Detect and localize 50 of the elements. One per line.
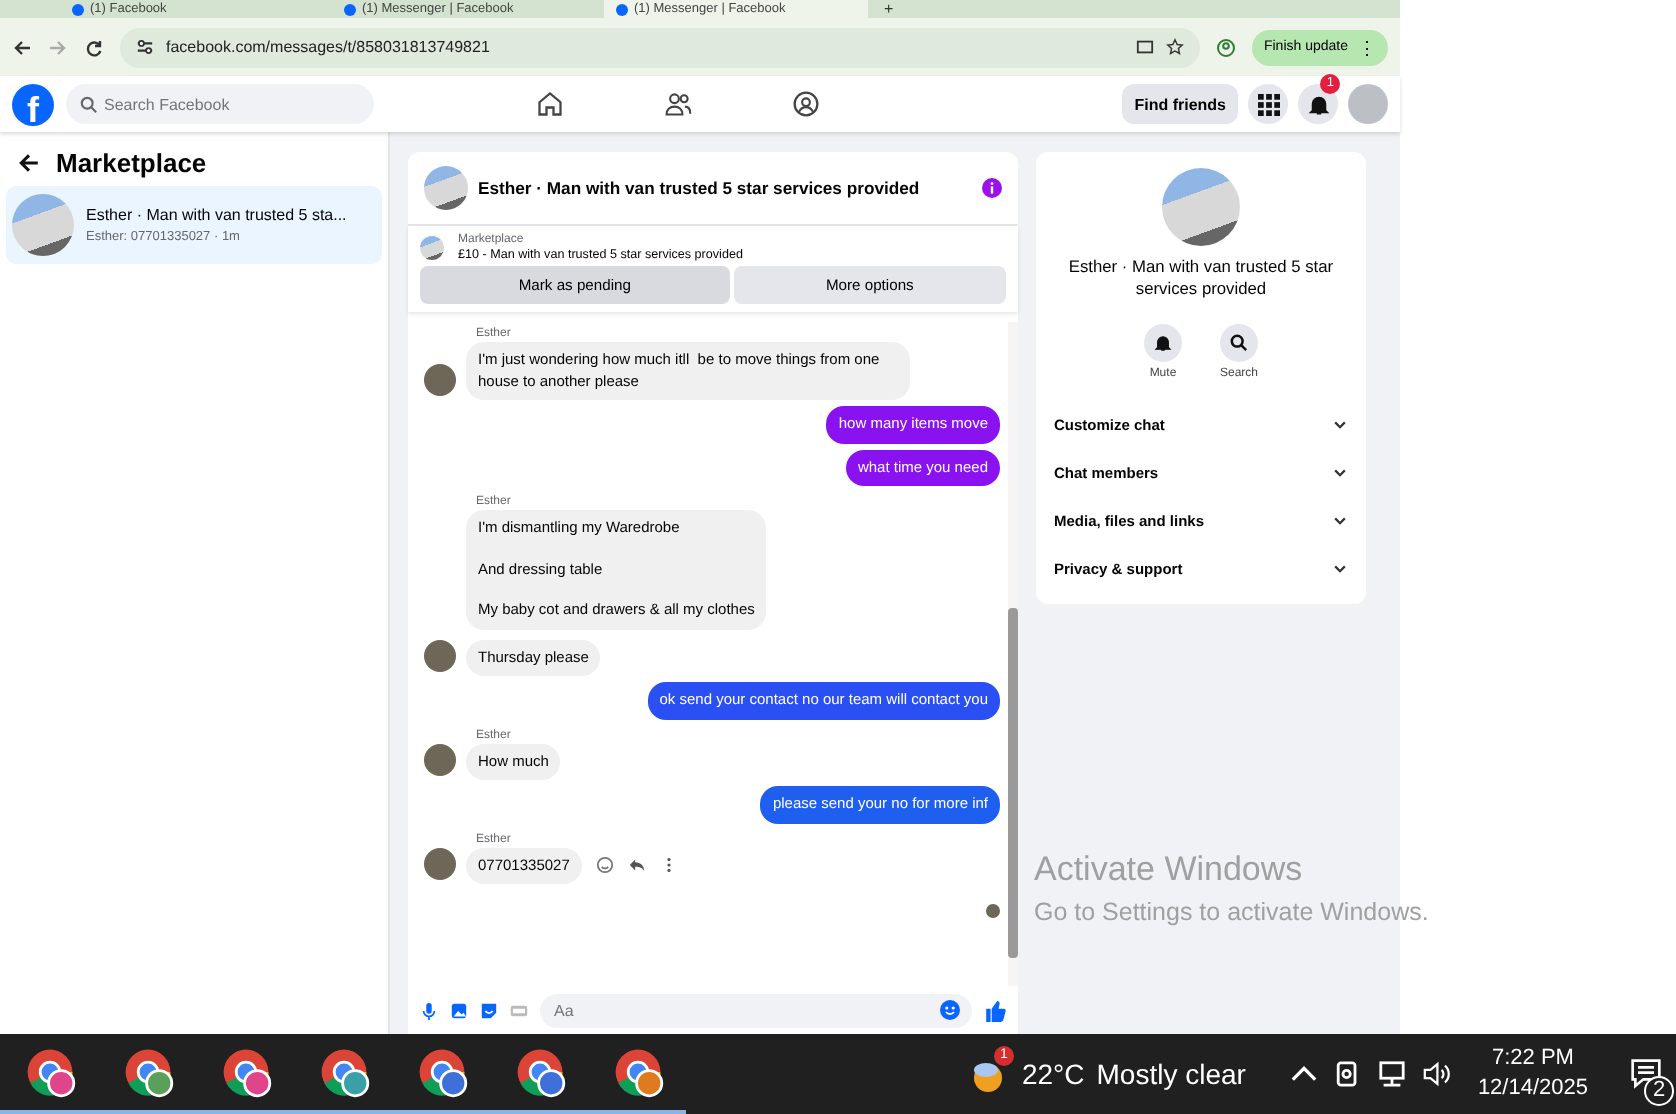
network-icon[interactable] [1377,1060,1406,1088]
photo-placeholder [424,166,468,210]
photo-placeholder [12,194,74,256]
photo-placeholder [1162,168,1240,246]
profile-icon[interactable] [1215,37,1236,57]
friends-icon[interactable] [664,90,693,118]
home-icon[interactable] [536,90,565,118]
photo-placeholder [420,236,444,260]
groups-icon[interactable] [792,90,821,118]
back-icon[interactable] [18,152,40,174]
notifications-button[interactable] [1298,84,1338,124]
conversation-title: Esther · Man with van trusted 5 sta... [86,206,347,224]
back-icon[interactable] [12,37,32,57]
activation-text: Go to Settings to activate Windows. [1034,898,1431,926]
search-icon [80,95,98,113]
volume-icon[interactable] [1421,1060,1450,1088]
grid-icon [1257,93,1279,115]
scrollbar[interactable] [1008,322,1018,986]
search-icon [1229,334,1248,352]
activation-title: Activate Windows [1034,850,1305,890]
clock[interactable]: 7:22 PM 12/14/2025 [1477,1044,1588,1104]
reply-icon[interactable] [627,856,646,874]
sidebar-title: Marketplace [56,148,207,178]
bell-icon [1153,334,1172,352]
notification-center-button[interactable]: 2 [1616,1040,1676,1108]
avatar [424,640,456,672]
avatar [424,848,456,880]
sticker-icon[interactable] [480,1001,498,1019]
search-button[interactable] [1219,324,1258,362]
camera-icon[interactable] [1333,1060,1362,1088]
emoji-icon[interactable] [595,856,614,874]
image-icon[interactable] [450,1001,468,1019]
emoji-icon[interactable] [940,1000,960,1020]
menu-button[interactable] [1248,84,1288,124]
find-friends-button[interactable]: Find friends [1122,84,1238,124]
search-field[interactable]: Search Facebook [66,84,374,124]
reload-icon[interactable] [84,37,104,57]
avatar [424,364,456,396]
info-icon[interactable] [982,178,1002,198]
microphone-icon[interactable] [420,1001,438,1019]
contact-name: Esther · Man with van trusted 5 star services provided [1066,256,1336,300]
chat-title: Esther · Man with van trusted 5 star services provided [478,178,922,198]
bell-icon [1307,93,1329,115]
message-field[interactable]: Aa [540,993,972,1027]
mute-button[interactable] [1143,324,1182,362]
logo[interactable]: f [12,83,54,125]
address-bar[interactable]: facebook.com/messages/t/858031813749821 [120,27,1200,67]
new-tab-button[interactable]: + [876,0,902,18]
avatar [424,744,456,776]
thumbs-up-icon[interactable] [984,999,1006,1021]
